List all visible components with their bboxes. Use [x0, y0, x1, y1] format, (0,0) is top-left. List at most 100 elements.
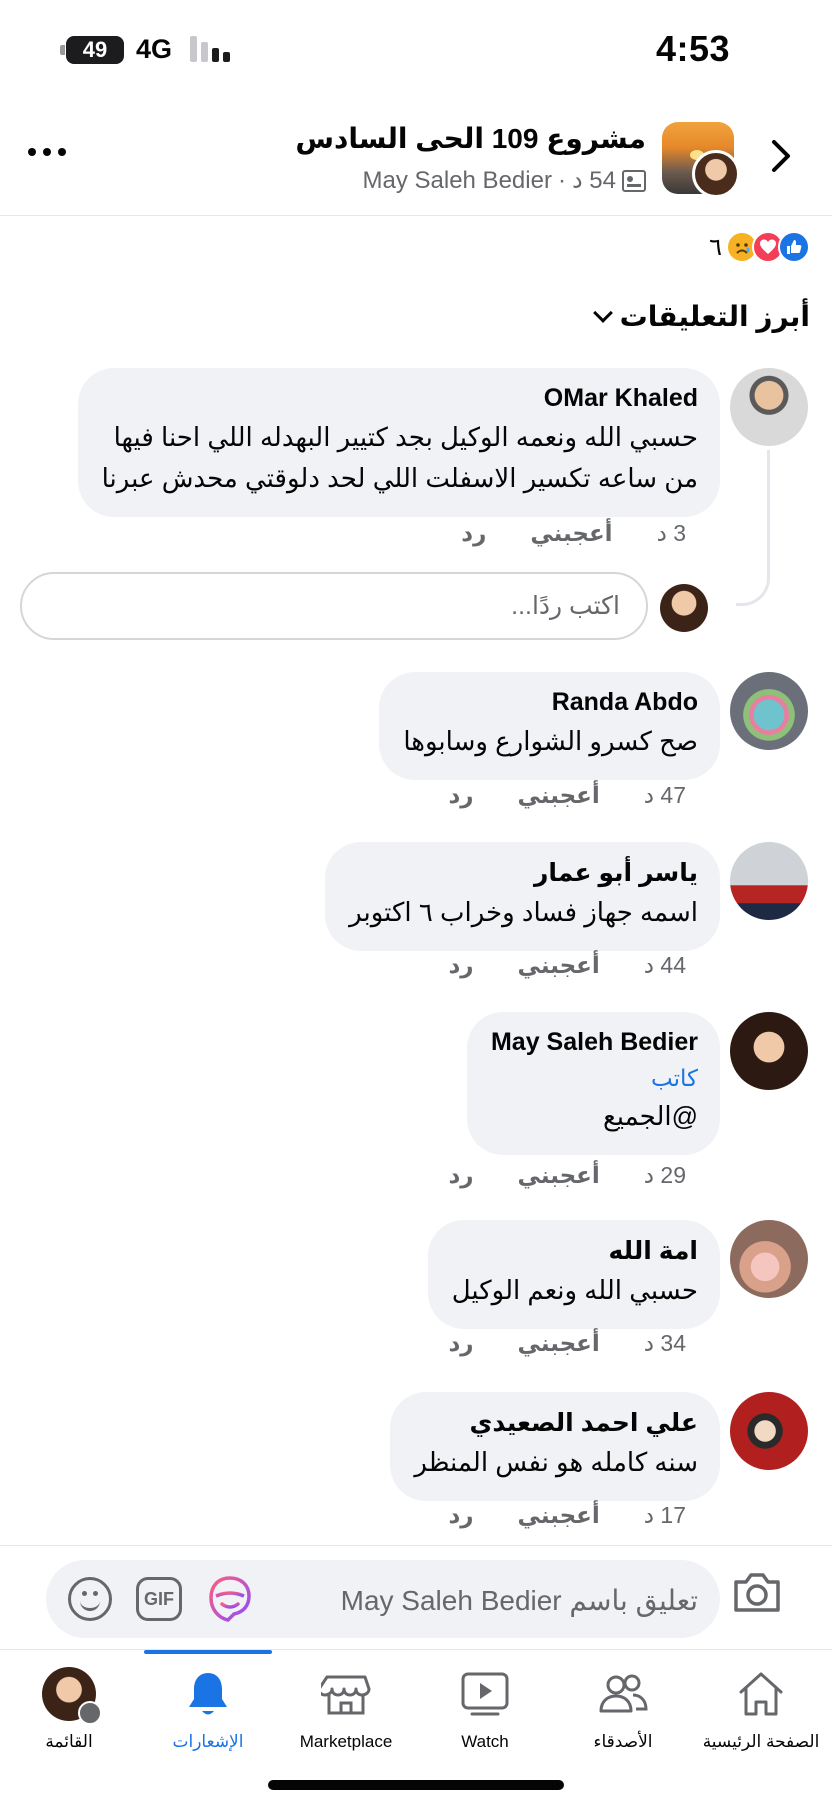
reply-button[interactable]: رد: [461, 520, 486, 547]
like-button[interactable]: أعجبني: [518, 782, 600, 809]
camera-icon[interactable]: [732, 1570, 782, 1614]
comment-bubble[interactable]: علي احمد الصعيدي سنه كامله هو نفس المنظر: [390, 1392, 720, 1501]
commenter-name[interactable]: May Saleh Bedier: [491, 1028, 698, 1057]
comment-sort-selector[interactable]: أبرز التعليقات: [592, 300, 810, 333]
bottom-navigation: القائمة الإشعارات Marketplace Watch الأص…: [0, 1649, 832, 1800]
friends-icon: [599, 1674, 648, 1713]
reply-avatar: [660, 584, 708, 632]
menu-icon: [78, 1701, 102, 1725]
author-badge: كاتب: [651, 1065, 698, 1091]
like-button[interactable]: أعجبني: [518, 1330, 600, 1357]
nav-label: Watch: [461, 1732, 509, 1751]
comment-bubble[interactable]: May Saleh Bedier كاتب @الجميع: [466, 1012, 720, 1155]
commenter-avatar[interactable]: [730, 672, 808, 750]
nav-label: الأصدقاء: [593, 1732, 653, 1751]
profile-avatar-icon: [42, 1667, 102, 1725]
sort-label: أبرز التعليقات: [619, 301, 810, 332]
like-button[interactable]: أعجبني: [518, 1162, 600, 1189]
nav-label: القائمة: [45, 1732, 93, 1751]
nav-watch[interactable]: Watch: [416, 1664, 554, 1752]
watch-icon: [461, 1672, 509, 1716]
group-icon: [622, 169, 646, 192]
comment-time: 47 د: [643, 782, 686, 808]
thread-connector: [736, 450, 770, 606]
comment-time: 44 د: [643, 952, 686, 978]
comment-bubble[interactable]: OMar Khaled حسبي الله ونعمه الوكيل بجد ك…: [77, 368, 720, 517]
commenter-name[interactable]: Randa Abdo: [403, 688, 698, 717]
like-button[interactable]: أعجبني: [518, 952, 600, 979]
post-time: 54 د: [571, 167, 616, 194]
avatar-sticker-icon[interactable]: [206, 1574, 254, 1624]
comment-text: صح كسرو الشوارع وسابوها: [403, 726, 698, 756]
home-icon: [739, 1672, 783, 1716]
commenter-name[interactable]: ياسر أبو عمار: [349, 858, 698, 888]
comment-actions: 44 د أعجبني رد: [449, 952, 687, 979]
comment-input[interactable]: تعليق باسم May Saleh Bedier GIF: [46, 1560, 720, 1638]
comment-text: اسمه جهاز فساد وخراب ٦ اكتوبر: [349, 897, 698, 927]
like-button[interactable]: أعجبني: [530, 520, 612, 547]
clock: 4:53: [655, 28, 730, 69]
comment-text: حسبي الله ونعمه الوكيل بجد كتيير البهدله…: [113, 422, 698, 452]
nav-label: الإشعارات: [172, 1732, 244, 1751]
gif-icon[interactable]: GIF: [136, 1577, 182, 1621]
comment-actions: 3 د أعجبني رد: [461, 520, 686, 547]
back-chevron-icon[interactable]: [766, 136, 796, 176]
comment-bubble[interactable]: ياسر أبو عمار اسمه جهاز فساد وخراب ٦ اكت…: [325, 842, 720, 951]
battery-indicator: 49: [66, 36, 124, 64]
commenter-avatar[interactable]: [730, 1392, 808, 1470]
comment-text: حسبي الله ونعم الوكيل: [451, 1275, 698, 1305]
battery-tip: [60, 45, 65, 55]
nav-marketplace[interactable]: Marketplace: [277, 1664, 415, 1752]
like-reaction-icon: [778, 231, 810, 263]
bell-icon: [189, 1673, 227, 1715]
reaction-count: ٦: [709, 233, 722, 261]
reply-input[interactable]: اكتب ردًا...: [20, 572, 648, 640]
comment-actions: 34 د أعجبني رد: [449, 1330, 687, 1357]
commenter-name[interactable]: علي احمد الصعيدي: [414, 1408, 698, 1438]
network-type: 4G: [136, 34, 173, 64]
comment-input-placeholder: تعليق باسم May Saleh Bedier: [340, 1585, 698, 1616]
comment-text: من ساعه تكسير الاسفلت اللي لحد دلوقتي مح…: [101, 463, 698, 493]
commenter-name[interactable]: امة الله: [452, 1236, 698, 1266]
commenter-avatar[interactable]: [730, 1012, 808, 1090]
author-avatar[interactable]: [692, 150, 740, 198]
group-title[interactable]: مشروع 109 الحى السادس: [295, 122, 646, 155]
reply-button[interactable]: رد: [449, 952, 474, 979]
marketplace-icon: [321, 1675, 371, 1715]
reply-button[interactable]: رد: [449, 1502, 474, 1529]
comment-time: 34 د: [643, 1330, 686, 1356]
comment-time: 17 د: [643, 1502, 686, 1528]
post-header: مشروع 109 الحى السادس 54 د · May Saleh B…: [0, 100, 832, 216]
nav-menu[interactable]: القائمة: [0, 1664, 138, 1752]
reactions-summary[interactable]: ٦: [709, 230, 810, 264]
nav-friends[interactable]: الأصدقاء: [554, 1664, 692, 1752]
reply-button[interactable]: رد: [449, 1162, 474, 1189]
post-author[interactable]: May Saleh Bedier: [363, 167, 552, 195]
reply-button[interactable]: رد: [449, 782, 474, 809]
commenter-avatar[interactable]: [730, 842, 808, 920]
comment-text: @الجميع: [602, 1101, 698, 1131]
post-meta: 54 د · May Saleh Bedier: [363, 166, 646, 195]
signal-icon: [190, 36, 238, 62]
nav-label: الصفحة الرئيسية: [702, 1732, 820, 1751]
emoji-icon[interactable]: [68, 1577, 112, 1621]
comment-time: 3 د: [656, 520, 686, 546]
comment-text: سنه كامله هو نفس المنظر: [414, 1447, 698, 1477]
comment-actions: 29 د أعجبني رد: [449, 1162, 687, 1189]
comment-bubble[interactable]: Randa Abdo صح كسرو الشوارع وسابوها: [379, 672, 720, 780]
comment-bubble[interactable]: امة الله حسبي الله ونعم الوكيل: [427, 1220, 720, 1329]
like-button[interactable]: أعجبني: [518, 1502, 600, 1529]
chevron-down-icon: [592, 302, 613, 323]
commenter-avatar[interactable]: [730, 368, 808, 446]
comment-time: 29 د: [643, 1162, 686, 1188]
comment-actions: 17 د أعجبني رد: [449, 1502, 687, 1529]
commenter-avatar[interactable]: [730, 1220, 808, 1298]
nav-notifications[interactable]: الإشعارات: [139, 1664, 277, 1752]
commenter-name[interactable]: OMar Khaled: [102, 384, 698, 413]
meta-separator: ·: [557, 166, 566, 194]
status-bar: 49 4G 4:53: [0, 0, 832, 100]
more-options-button[interactable]: [28, 136, 68, 166]
nav-home[interactable]: الصفحة الرئيسية: [692, 1664, 830, 1752]
active-tab-indicator: [144, 1650, 272, 1654]
reply-button[interactable]: رد: [449, 1330, 474, 1357]
